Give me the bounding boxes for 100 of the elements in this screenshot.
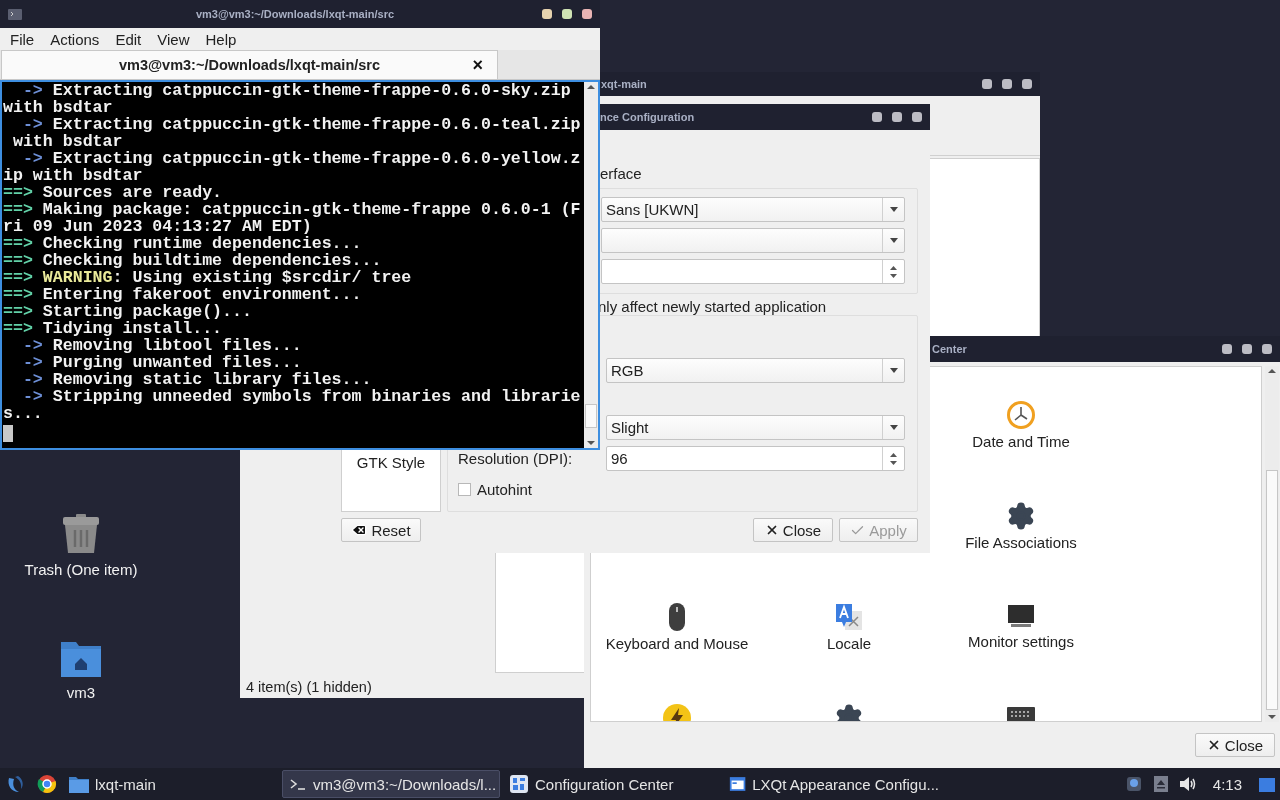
scroll-up-icon[interactable]: [586, 82, 596, 92]
dropdown-arrow-icon: [888, 424, 899, 431]
menu-item[interactable]: Actions: [42, 30, 108, 48]
menu-item[interactable]: View: [149, 30, 198, 48]
category-item[interactable]: GTK Style: [356, 454, 426, 471]
close-button[interactable]: [1262, 344, 1272, 354]
terminal-line: -> Extracting catppuccin-gtk-theme-frappe-0.6.0-sky.zip: [21, 82, 572, 99]
desktop-icon-label[interactable]: vm3: [66, 684, 96, 701]
terminal-icon: [289, 776, 307, 792]
terminal-line: -> Extracting catppuccin-gtk-theme-frappe-0.6.0-yellow.z: [21, 150, 582, 167]
menu-item[interactable]: File: [2, 30, 43, 48]
close-button[interactable]: Close: [1195, 733, 1275, 757]
close-button[interactable]: Close: [753, 518, 833, 542]
window-title: xqt-main: [601, 78, 647, 90]
translate-icon: [834, 602, 864, 632]
terminal-line: -> Removing static library files...: [21, 371, 373, 388]
field-label: Resolution (DPI):: [458, 450, 574, 467]
subpixel-dropdown[interactable]: RGB: [606, 358, 905, 383]
minimize-button[interactable]: [1222, 344, 1232, 354]
browser-icon[interactable]: [36, 774, 57, 794]
terminal-line: ==> Checking runtime dependencies...: [3, 235, 363, 252]
settings-item[interactable]: Monitor settings: [968, 633, 1074, 650]
dropdown-arrow-icon: [888, 237, 899, 244]
volume-icon[interactable]: [1178, 776, 1197, 792]
control-panel-icon: [509, 774, 529, 794]
hinting-dropdown[interactable]: Slight: [606, 415, 905, 440]
spin-arrows-icon[interactable]: [889, 263, 898, 280]
terminal-line: ==> Entering fakeroot environment...: [3, 286, 363, 303]
window-title: vm3@vm3:~/Downloads/lxqt-main/src: [195, 8, 395, 20]
reset-button[interactable]: Reset: [341, 518, 421, 542]
scroll-thumb[interactable]: [1266, 470, 1278, 710]
terminal-line: -> Extracting catppuccin-gtk-theme-frappe-0.6.0-teal.zip: [21, 116, 582, 133]
taskbar-task[interactable]: lxqt-main: [62, 770, 280, 798]
taskbar-task[interactable]: Configuration Center: [502, 770, 720, 798]
terminal-line: -> Stripping unneeded symbols from binaries and librarie: [21, 388, 582, 405]
maximize-button[interactable]: [562, 9, 572, 19]
terminal-line: s...: [3, 405, 44, 422]
trash-icon[interactable]: [61, 513, 101, 555]
settings-item[interactable]: File Associations: [965, 534, 1077, 551]
monitor-icon: [1007, 602, 1035, 630]
terminal-line: ==> Starting package()...: [3, 303, 253, 320]
settings-item[interactable]: Locale: [826, 635, 872, 652]
window-title: nce Configuration: [600, 111, 695, 123]
home-folder-icon[interactable]: [60, 640, 102, 678]
scroll-down-icon[interactable]: [586, 438, 596, 448]
font-dropdown[interactable]: Sans [UKWN]: [601, 197, 905, 222]
terminal-icon: [8, 8, 22, 20]
terminal-line: ==> Making package: catppuccin-gtk-theme-frappe 0.6.0-1 (F: [3, 201, 582, 218]
terminal-line: with bsdtar: [3, 99, 114, 116]
clock-icon: [1006, 400, 1036, 430]
dropdown-arrow-icon: [888, 206, 899, 213]
tab-close-button[interactable]: ×: [472, 54, 483, 76]
notification-icon[interactable]: [1124, 775, 1143, 793]
minimize-button[interactable]: [982, 79, 992, 89]
scroll-down-icon[interactable]: [1267, 712, 1277, 722]
spin-arrows-icon[interactable]: [889, 450, 898, 467]
show-desktop-icon[interactable]: [1258, 775, 1276, 793]
terminal-line: ==> Checking buildtime dependencies...: [3, 252, 383, 269]
text-cursor: [3, 425, 13, 442]
checkbox[interactable]: [458, 483, 471, 496]
scroll-up-icon[interactable]: [1267, 366, 1277, 376]
terminal-line: -> Purging unwanted files...: [21, 354, 303, 371]
size-field[interactable]: [601, 259, 905, 284]
checkbox-label[interactable]: Autohint: [477, 481, 533, 498]
taskbar-task[interactable]: LXQt Appearance Configu...: [722, 770, 940, 798]
group-title: erface: [599, 166, 643, 182]
dpi-field[interactable]: 96: [606, 446, 905, 471]
dropdown-arrow-icon: [888, 367, 899, 374]
close-button[interactable]: [1022, 79, 1032, 89]
backspace-icon: [351, 522, 368, 538]
minimize-button[interactable]: [542, 9, 552, 19]
terminal-line: with bsdtar: [11, 133, 124, 150]
menu-item[interactable]: Edit: [107, 30, 150, 48]
menu-item[interactable]: Help: [197, 30, 245, 48]
terminal-line: ==> WARNING: Using existing $srcdir/ tree: [3, 269, 413, 286]
mouse-icon: [667, 602, 687, 632]
settings-item[interactable]: Date and Time: [972, 433, 1070, 450]
clock[interactable]: 4:13: [1212, 775, 1242, 793]
folder-icon: [69, 775, 89, 793]
terminal-line: ==> Sources are ready.: [3, 184, 224, 201]
minimize-button[interactable]: [872, 112, 882, 122]
eject-icon[interactable]: [1152, 775, 1169, 793]
terminal-tab[interactable]: vm3@vm3:~/Downloads/lxqt-main/src ×: [1, 50, 498, 79]
close-button[interactable]: [912, 112, 922, 122]
gear-icon: [1006, 501, 1036, 531]
taskbar-task[interactable]: vm3@vm3:~/Downloads/l...: [282, 770, 500, 798]
maximize-button[interactable]: [892, 112, 902, 122]
close-button[interactable]: [582, 9, 592, 19]
terminal-line: ==> Tidying install...: [3, 320, 224, 337]
window-title: Center: [932, 343, 967, 355]
terminal-line: ip with bsdtar: [3, 167, 144, 184]
settings-item[interactable]: Keyboard and Mouse: [605, 635, 749, 652]
scrollbar[interactable]: [584, 82, 598, 448]
terminal-line: -> Removing libtool files...: [21, 337, 303, 354]
maximize-button[interactable]: [1242, 344, 1252, 354]
scroll-thumb[interactable]: [585, 404, 597, 428]
desktop-icon-label[interactable]: Trash (One item): [24, 561, 138, 578]
status-text: 4 item(s) (1 hidden): [246, 679, 372, 695]
window-icon: [729, 775, 747, 793]
maximize-button[interactable]: [1002, 79, 1012, 89]
